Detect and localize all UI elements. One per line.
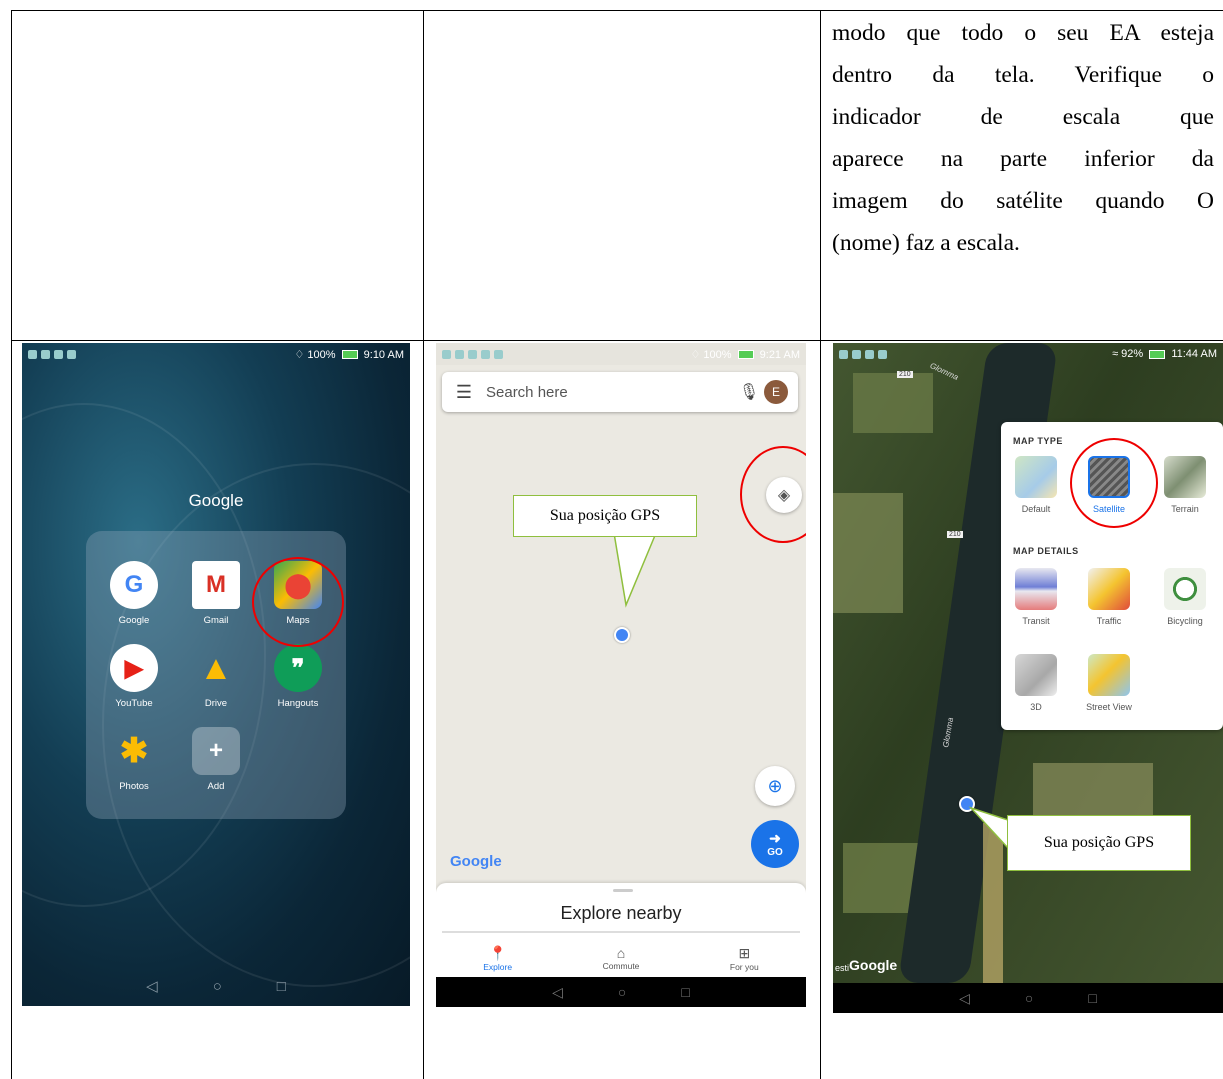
table-border-top bbox=[11, 10, 1223, 11]
status-time: 9:10 AM bbox=[363, 348, 404, 361]
go-button[interactable]: ➜ GO bbox=[751, 820, 799, 868]
add-icon: + bbox=[192, 727, 240, 775]
gps-position-dot bbox=[614, 627, 630, 643]
notification-icon bbox=[28, 349, 37, 359]
youtube-icon: ▶ bbox=[110, 644, 158, 692]
tab-label: Commute bbox=[602, 961, 640, 971]
app-label: Google bbox=[118, 615, 150, 626]
paragraph-line: indicador de escala que bbox=[832, 104, 1214, 130]
for-you-icon: ⊞ bbox=[738, 945, 751, 961]
paragraph-line: dentro da tela. Verifique o bbox=[832, 62, 1214, 88]
app-youtube[interactable]: ▶ YouTube bbox=[94, 644, 174, 709]
paragraph-line: (nome) faz a escala. bbox=[832, 230, 1020, 256]
recents-icon[interactable]: □ bbox=[681, 984, 689, 1000]
callout-text: Sua posição GPS bbox=[549, 507, 661, 524]
back-icon[interactable]: ◁ bbox=[959, 990, 970, 1007]
notification-icon bbox=[54, 349, 63, 359]
app-label: Drive bbox=[204, 698, 228, 709]
app-gmail[interactable]: M Gmail bbox=[176, 561, 256, 626]
google-logo: Google bbox=[450, 853, 502, 870]
highlight-circle bbox=[252, 557, 344, 647]
paragraph-line: aparece na parte inferior da bbox=[832, 146, 1214, 172]
tab-explore[interactable]: 📍 Explore bbox=[458, 945, 538, 972]
google-logo: Google bbox=[849, 957, 898, 973]
paragraph-line: modo que todo o seu EA esteja bbox=[832, 20, 1214, 46]
nav-bar: ◁ ○ □ bbox=[436, 977, 806, 1007]
app-drive[interactable]: ▲ Drive bbox=[176, 644, 256, 710]
paragraph-line: imagem do satélite quando O bbox=[832, 188, 1214, 214]
app-label: Photos bbox=[119, 781, 149, 792]
battery-icon bbox=[341, 350, 358, 360]
battery-percent: 100% bbox=[307, 348, 336, 361]
home-icon[interactable]: ○ bbox=[618, 984, 626, 1000]
callout-pointer bbox=[613, 532, 658, 608]
app-hangouts[interactable]: ❞ Hangouts bbox=[258, 644, 338, 709]
table-col-divider-1 bbox=[423, 10, 424, 1079]
notification-icons bbox=[28, 349, 76, 359]
gps-callout: Sua posição GPS bbox=[513, 495, 697, 537]
recents-icon[interactable]: □ bbox=[277, 978, 286, 995]
phone-screenshot-home: ♢ 100% 9:10 AM Google G Google M Gmail ⬤… bbox=[22, 343, 410, 1006]
home-icon[interactable]: ○ bbox=[213, 978, 222, 995]
photos-icon: ✱ bbox=[119, 732, 149, 770]
table-col-divider-2 bbox=[820, 10, 821, 1079]
app-add[interactable]: + Add bbox=[176, 727, 256, 792]
app-label: Hangouts bbox=[277, 698, 319, 709]
app-label: YouTube bbox=[115, 698, 153, 709]
tab-for-you[interactable]: ⊞ For you bbox=[704, 945, 784, 972]
scale-text-fragment: esti bbox=[835, 963, 850, 973]
hangouts-icon: ❞ bbox=[274, 644, 322, 692]
tab-label: For you bbox=[729, 962, 759, 972]
back-icon[interactable]: ◁ bbox=[146, 977, 158, 995]
phone-screenshot-satellite: ≈ 92% 11:44 AM 210 210 Glomma Glomma MAP… bbox=[833, 343, 1223, 1013]
directions-icon: ➜ bbox=[769, 830, 781, 846]
callout-pointer bbox=[968, 806, 1009, 850]
app-label: Gmail bbox=[203, 615, 229, 626]
app-google[interactable]: G Google bbox=[94, 561, 174, 626]
sheet-title: Explore nearby bbox=[560, 903, 682, 923]
notification-icon bbox=[41, 349, 50, 359]
tab-commute[interactable]: ⌂ Commute bbox=[581, 945, 661, 972]
go-label: GO bbox=[767, 847, 783, 858]
app-photos[interactable]: ✱ Photos bbox=[94, 727, 174, 792]
google-icon: G bbox=[110, 561, 158, 609]
tab-label: Explore bbox=[483, 962, 513, 972]
callout-text: Sua posição GPS bbox=[1043, 834, 1155, 851]
status-bar: ♢ 100% 9:10 AM bbox=[22, 343, 410, 365]
status-right: ♢ 100% 9:10 AM bbox=[294, 348, 404, 361]
my-location-button[interactable]: ⊕ bbox=[755, 766, 795, 806]
drive-icon: ▲ bbox=[199, 648, 233, 687]
recents-icon[interactable]: □ bbox=[1088, 990, 1096, 1006]
sheet-handle[interactable] bbox=[613, 889, 633, 892]
back-icon[interactable]: ◁ bbox=[552, 984, 563, 1001]
nav-bar: ◁ ○ □ bbox=[833, 983, 1223, 1013]
pin-icon: 📍 bbox=[488, 945, 507, 961]
crosshair-icon: ⊕ bbox=[767, 775, 783, 796]
gps-callout: Sua posição GPS bbox=[1007, 815, 1191, 871]
commute-icon: ⌂ bbox=[616, 945, 626, 961]
app-label: Add bbox=[207, 781, 225, 792]
bottom-tabs: 📍 Explore ⌂ Commute ⊞ For you bbox=[436, 945, 806, 972]
folder-title: Google bbox=[188, 491, 244, 510]
phone-screenshot-maps: ♢ 100% 9:21 AM ☰ Search here 🎙 E ◈ Sua p… bbox=[436, 343, 806, 1007]
table-border-left bbox=[11, 10, 12, 1079]
instruction-paragraph: modo que todo o seu EA esteja dentro da … bbox=[832, 12, 1214, 264]
sheet-divider bbox=[442, 931, 800, 933]
nav-bar: ◁ ○ □ bbox=[22, 966, 410, 1006]
gmail-icon: M bbox=[192, 561, 240, 609]
home-icon[interactable]: ○ bbox=[1025, 990, 1033, 1006]
notification-icon bbox=[67, 349, 76, 359]
table-row-divider bbox=[11, 340, 1223, 341]
signal-icon: ♢ bbox=[294, 348, 305, 361]
